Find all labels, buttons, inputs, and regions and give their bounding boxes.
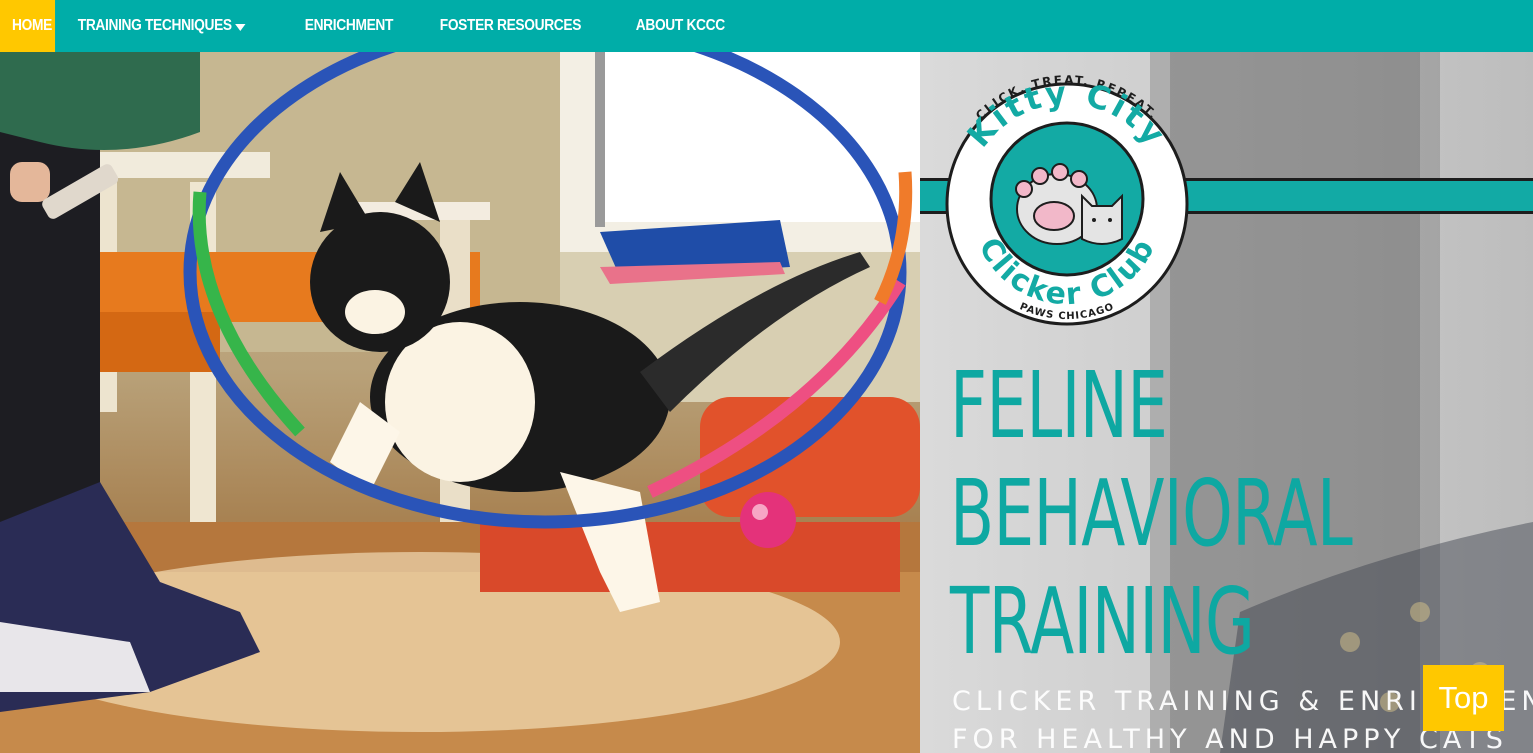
page: Home Training Techniques Enrichment Fost…	[0, 0, 1533, 753]
hero-photo-cat-hoop	[0, 52, 920, 753]
nav-about-kccc[interactable]: About KCCC	[622, 0, 739, 52]
headline-line-2: BEHAVIORAL	[950, 460, 1353, 567]
back-to-top-label: Top	[1438, 680, 1489, 715]
headline-line-1: FELINE	[950, 352, 1168, 459]
nav-home-label: Home	[12, 17, 52, 34]
hero-title-panel: CLICK. TREAT. REPEAT. Kitty City Clicker…	[920, 52, 1533, 753]
nav-enrichment-label: Enrichment	[304, 17, 394, 34]
hero-headline: FELINE BEHAVIORAL TRAINING	[950, 352, 1524, 676]
nav-training-techniques-label: Training Techniques	[77, 17, 232, 34]
back-to-top-button[interactable]: Top	[1423, 665, 1504, 731]
nav-home[interactable]: Home	[0, 0, 56, 52]
kitty-city-clicker-club-logo: CLICK. TREAT. REPEAT. Kitty City Clicker…	[945, 73, 1189, 326]
nav-foster-resources-label: Foster Resources	[439, 17, 582, 34]
headline-line-3: TRAINING	[950, 568, 1255, 675]
chevron-down-icon	[235, 23, 246, 31]
hero-banner: CLICK. TREAT. REPEAT. Kitty City Clicker…	[0, 52, 1533, 753]
cat-hoop-illustration	[0, 52, 920, 753]
nav-about-kccc-label: About KCCC	[635, 17, 725, 34]
nav-enrichment[interactable]: Enrichment	[291, 0, 407, 52]
main-navbar: Home Training Techniques Enrichment Fost…	[0, 0, 1533, 52]
nav-foster-resources[interactable]: Foster Resources	[426, 0, 595, 52]
nav-training-techniques[interactable]: Training Techniques	[64, 0, 259, 52]
